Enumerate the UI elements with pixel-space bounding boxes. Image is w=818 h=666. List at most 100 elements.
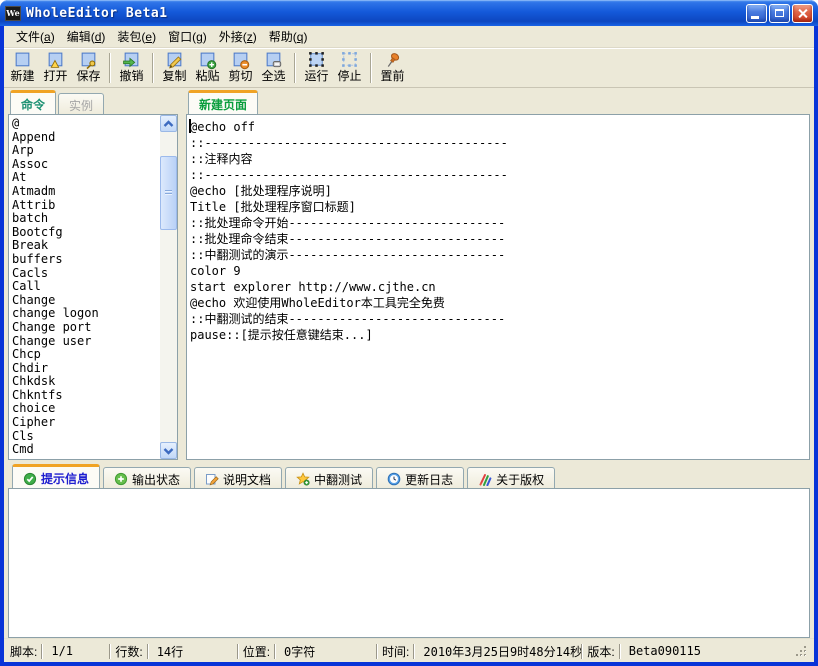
status-time-value: 2010年3月25日9时48分14秒 bbox=[419, 643, 577, 660]
star-icon bbox=[296, 472, 310, 486]
list-item[interactable]: Attrib bbox=[12, 199, 160, 213]
tab-commands[interactable]: 命令 bbox=[10, 90, 56, 114]
toolbar: 新建 打开 保存 撤销 复制 粘贴 bbox=[4, 48, 814, 88]
chevron-down-icon bbox=[163, 447, 174, 455]
stop-button[interactable]: 停止 bbox=[333, 50, 366, 86]
maximize-button[interactable] bbox=[769, 4, 790, 23]
menu-edit[interactable]: 编辑(d) bbox=[61, 26, 112, 47]
minimize-button[interactable] bbox=[746, 4, 767, 23]
app-window: We WholeEditor Beta1 文件(a) 编辑(d) 装包(e) 窗… bbox=[0, 0, 818, 666]
chevron-up-icon bbox=[163, 120, 174, 128]
menu-help[interactable]: 帮助(q) bbox=[263, 26, 314, 47]
editor-line: ::注释内容 bbox=[190, 151, 809, 167]
list-item[interactable]: Bootcfg bbox=[12, 226, 160, 240]
tab-output-status[interactable]: 输出状态 bbox=[103, 467, 191, 488]
list-item[interactable]: Change port bbox=[12, 321, 160, 335]
list-item[interactable]: Arp bbox=[12, 144, 160, 158]
list-item[interactable]: Chdir bbox=[12, 362, 160, 376]
new-button[interactable]: 新建 bbox=[6, 50, 39, 86]
status-version-label: 版本: bbox=[587, 643, 614, 660]
save-button[interactable]: 保存 bbox=[72, 50, 105, 86]
cut-button[interactable]: 剪切 bbox=[224, 50, 257, 86]
scroll-thumb[interactable] bbox=[160, 156, 177, 230]
editor-line: ::中翻测试的结束------------------------------ bbox=[190, 311, 809, 327]
list-item[interactable]: Change bbox=[12, 294, 160, 308]
menu-package[interactable]: 装包(e) bbox=[111, 26, 162, 47]
copy-button[interactable]: 复制 bbox=[158, 50, 191, 86]
list-item[interactable]: batch bbox=[12, 212, 160, 226]
list-item[interactable]: Atmadm bbox=[12, 185, 160, 199]
editor-line: pause::[提示按任意键结束...] bbox=[190, 327, 809, 343]
run-button[interactable]: 运行 bbox=[300, 50, 333, 86]
list-item[interactable]: buffers bbox=[12, 253, 160, 267]
list-item[interactable]: Cipher bbox=[12, 416, 160, 430]
stop-icon bbox=[340, 51, 359, 70]
list-item[interactable]: Cmd bbox=[12, 443, 160, 457]
list-item[interactable]: Chkdsk bbox=[12, 375, 160, 389]
scroll-up-button[interactable] bbox=[160, 115, 177, 132]
list-item[interactable]: Assoc bbox=[12, 158, 160, 172]
command-list[interactable]: @ Append Arp Assoc At Atmadm Attrib batc… bbox=[9, 115, 160, 459]
status-separator bbox=[237, 644, 239, 659]
list-item[interactable]: Call bbox=[12, 280, 160, 294]
editor-area[interactable]: @echo off ::----------------------------… bbox=[186, 114, 810, 460]
editor-line: ::批处理命令开始------------------------------ bbox=[190, 215, 809, 231]
status-script-label: 脚本: bbox=[10, 643, 37, 660]
editor-line: ::--------------------------------------… bbox=[190, 167, 809, 183]
list-item[interactable]: At bbox=[12, 171, 160, 185]
editor-line: @echo off bbox=[190, 119, 809, 135]
list-scrollbar[interactable] bbox=[160, 115, 177, 459]
tab-tip-info[interactable]: 提示信息 bbox=[12, 464, 100, 488]
select-all-button[interactable]: 全选 bbox=[257, 50, 290, 86]
editor-line: start explorer http://www.cjthe.cn bbox=[190, 279, 809, 295]
text-caret bbox=[189, 119, 191, 133]
menu-window[interactable]: 窗口(g) bbox=[162, 26, 213, 47]
copy-icon bbox=[165, 51, 184, 70]
resize-grip[interactable] bbox=[794, 644, 808, 658]
list-item[interactable]: Chkntfs bbox=[12, 389, 160, 403]
list-item[interactable]: choice bbox=[12, 402, 160, 416]
close-button[interactable] bbox=[792, 4, 813, 23]
list-item[interactable]: change logon bbox=[12, 307, 160, 321]
status-time-label: 时间: bbox=[382, 643, 409, 660]
minimize-icon bbox=[751, 16, 759, 19]
status-separator bbox=[109, 644, 111, 659]
status-script-value: 1/1 bbox=[47, 644, 105, 658]
tab-about-copyright[interactable]: 关于版权 bbox=[467, 467, 555, 488]
pencils-icon bbox=[478, 472, 492, 486]
list-item[interactable]: Break bbox=[12, 239, 160, 253]
toolbar-separator bbox=[109, 53, 111, 83]
undo-button[interactable]: 撤销 bbox=[115, 50, 148, 86]
scroll-down-button[interactable] bbox=[160, 442, 177, 459]
paste-icon bbox=[198, 51, 217, 70]
cut-icon bbox=[231, 51, 250, 70]
menu-file[interactable]: 文件(a) bbox=[10, 26, 61, 47]
tab-help-doc[interactable]: 说明文档 bbox=[194, 467, 282, 488]
list-item[interactable]: Cacls bbox=[12, 267, 160, 281]
check-circle-icon bbox=[23, 472, 37, 486]
titlebar[interactable]: We WholeEditor Beta1 bbox=[0, 0, 818, 26]
bring-front-button[interactable]: 置前 bbox=[376, 50, 409, 86]
status-lines-label: 行数: bbox=[115, 643, 142, 660]
status-position-value: 0字符 bbox=[280, 643, 372, 660]
output-panel[interactable] bbox=[8, 488, 810, 638]
tab-update-log[interactable]: 更新日志 bbox=[376, 467, 464, 488]
scroll-track[interactable] bbox=[160, 132, 177, 442]
list-item[interactable]: @ bbox=[12, 117, 160, 131]
tab-new-page[interactable]: 新建页面 bbox=[188, 90, 258, 114]
list-item[interactable]: Chcp bbox=[12, 348, 160, 362]
pushpin-icon bbox=[383, 51, 402, 70]
list-item[interactable]: Change user bbox=[12, 335, 160, 349]
menu-external[interactable]: 外接(z) bbox=[213, 26, 263, 47]
open-button[interactable]: 打开 bbox=[39, 50, 72, 86]
menu-bar: 文件(a) 编辑(d) 装包(e) 窗口(g) 外接(z) 帮助(q) bbox=[4, 26, 814, 48]
tab-translate-test[interactable]: 中翻测试 bbox=[285, 467, 373, 488]
list-item[interactable]: Append bbox=[12, 131, 160, 145]
tab-examples[interactable]: 实例 bbox=[58, 93, 104, 114]
editor-line: ::--------------------------------------… bbox=[190, 135, 809, 151]
paste-button[interactable]: 粘贴 bbox=[191, 50, 224, 86]
list-item[interactable]: Cls bbox=[12, 430, 160, 444]
window-title: WholeEditor Beta1 bbox=[26, 6, 746, 21]
toolbar-separator bbox=[370, 53, 372, 83]
clock-icon bbox=[387, 472, 401, 486]
